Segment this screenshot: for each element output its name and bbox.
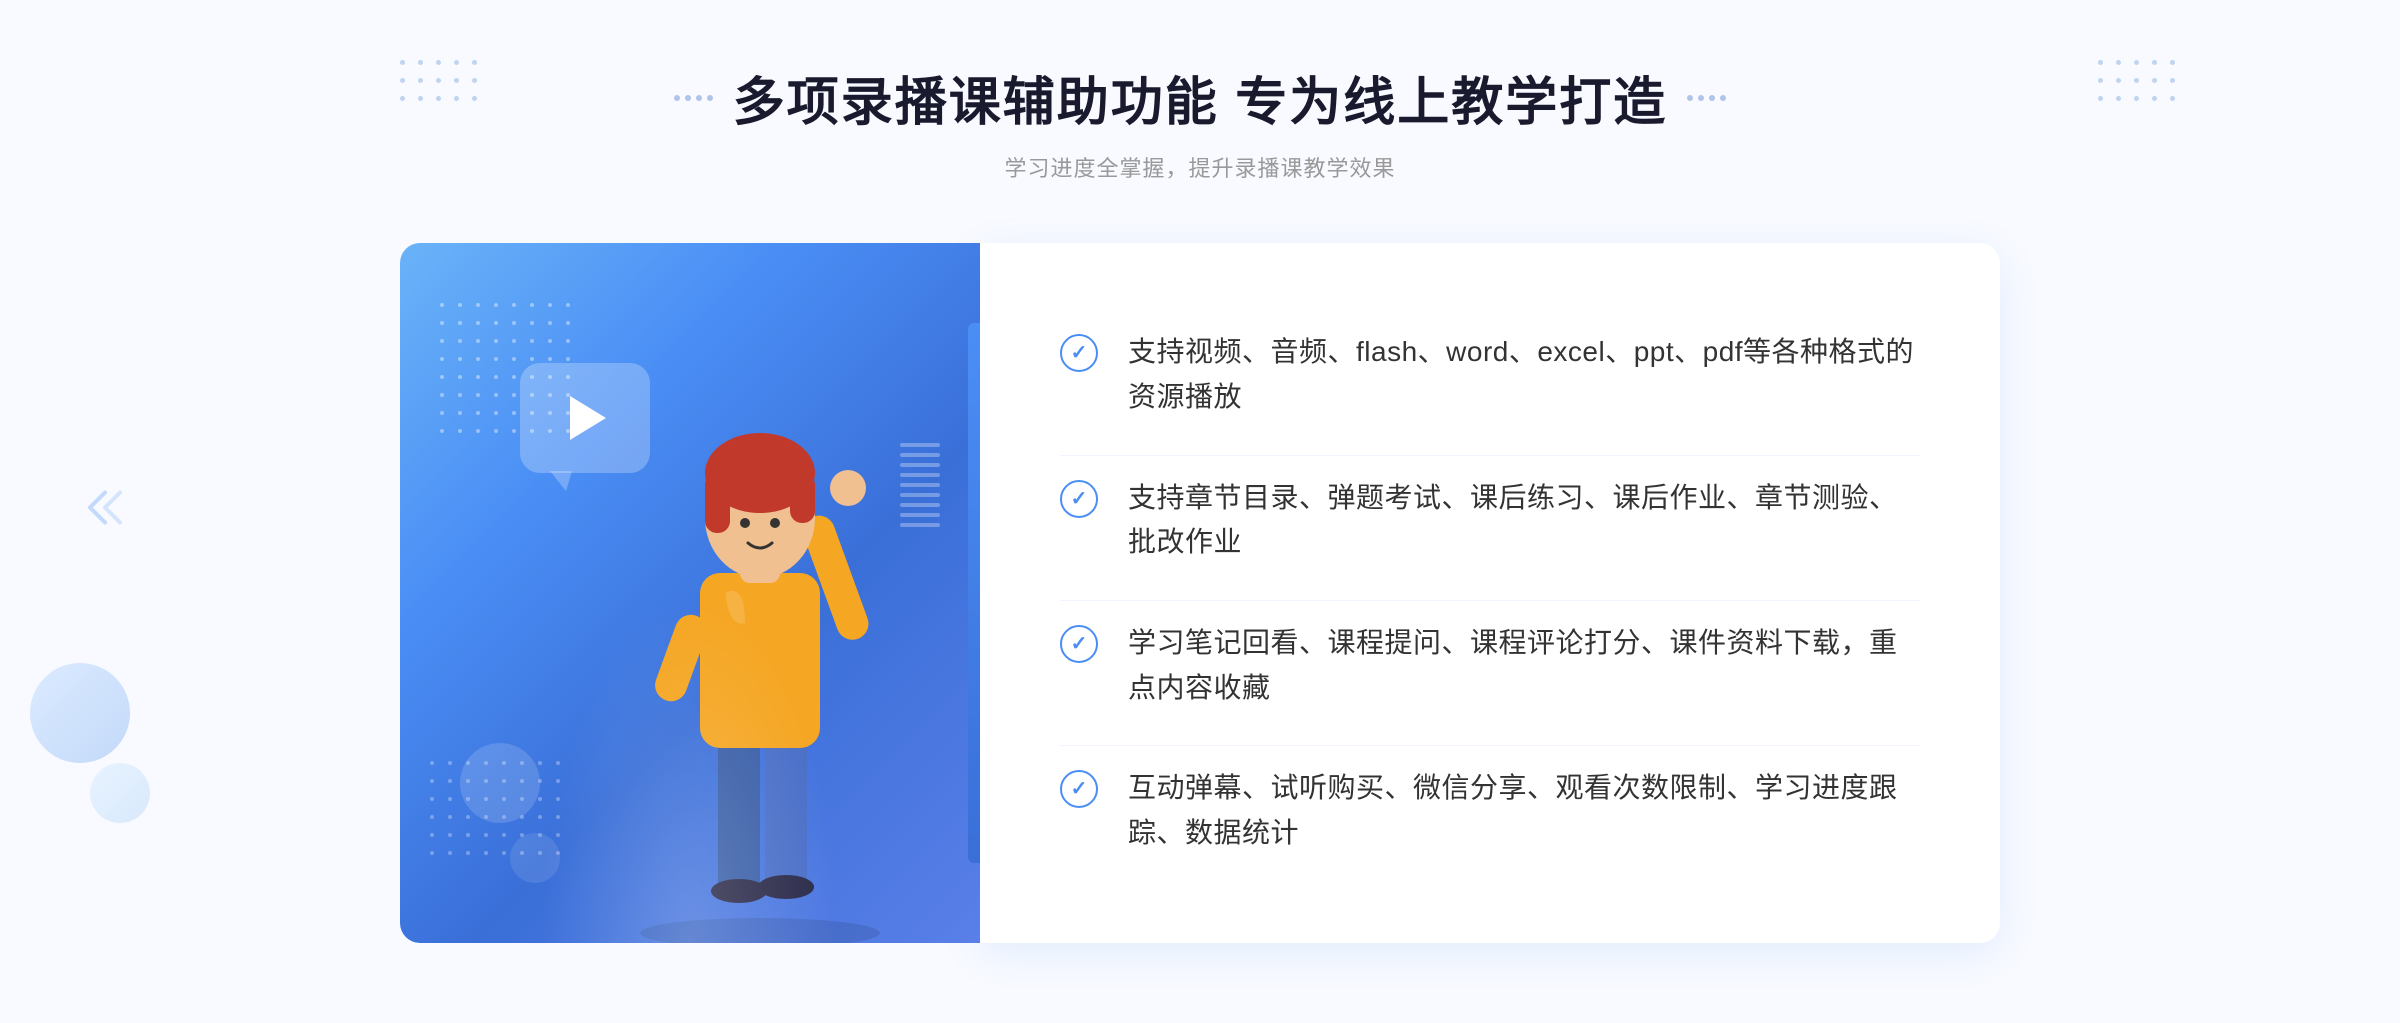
content-area: ✓ 支持视频、音频、flash、word、excel、ppt、pdf等各种格式的… xyxy=(400,243,2000,943)
character-illustration xyxy=(570,343,950,943)
check-icon-4: ✓ xyxy=(1060,770,1098,808)
header-decorators: 多项录播课辅助功能 专为线上教学打造 xyxy=(674,60,1726,135)
header-section: 多项录播课辅助功能 专为线上教学打造 学习进度全掌握，提升录播课教学效果 xyxy=(674,60,1726,183)
feature-text-3: 学习笔记回看、课程提问、课程评论打分、课件资料下载，重点内容收藏 xyxy=(1128,621,1920,711)
check-icon-3: ✓ xyxy=(1060,625,1098,663)
feature-text-4: 互动弹幕、试听购买、微信分享、观看次数限制、学习进度跟踪、数据统计 xyxy=(1128,766,1920,856)
feature-text-1: 支持视频、音频、flash、word、excel、ppt、pdf等各种格式的资源… xyxy=(1128,330,1920,420)
feature-item-1: ✓ 支持视频、音频、flash、word、excel、ppt、pdf等各种格式的… xyxy=(1060,310,1920,440)
decorative-dots-top-left xyxy=(400,60,482,106)
decorative-circle-large xyxy=(30,663,130,763)
feature-item-2: ✓ 支持章节目录、弹题考试、课后练习、课后作业、章节测验、批改作业 xyxy=(1060,455,1920,586)
main-title: 多项录播课辅助功能 专为线上教学打造 xyxy=(733,60,1667,135)
decorative-circle-small xyxy=(90,763,150,823)
feature-item-4: ✓ 互动弹幕、试听购买、微信分享、观看次数限制、学习进度跟踪、数据统计 xyxy=(1060,745,1920,876)
header-dots-left xyxy=(674,95,713,101)
circle-decoration-2 xyxy=(510,833,560,883)
check-icon-2: ✓ xyxy=(1060,480,1098,518)
sub-title: 学习进度全掌握，提升录播课教学效果 xyxy=(674,151,1726,183)
feature-text-2: 支持章节目录、弹题考试、课后练习、课后作业、章节测验、批改作业 xyxy=(1128,476,1920,566)
page-container: 多项录播课辅助功能 专为线上教学打造 学习进度全掌握，提升录播课教学效果 xyxy=(0,0,2400,1023)
decorative-dots-top-right xyxy=(2098,60,2180,106)
left-arrows-icon xyxy=(80,487,130,536)
feature-item-3: ✓ 学习笔记回看、课程提问、课程评论打分、课件资料下载，重点内容收藏 xyxy=(1060,600,1920,731)
check-icon-1: ✓ xyxy=(1060,334,1098,372)
blue-vertical-bar xyxy=(968,323,980,863)
features-panel: ✓ 支持视频、音频、flash、word、excel、ppt、pdf等各种格式的… xyxy=(980,243,2000,943)
circle-decoration-1 xyxy=(460,743,540,823)
illustration-panel xyxy=(400,243,980,943)
header-dots-right xyxy=(1687,95,1726,101)
